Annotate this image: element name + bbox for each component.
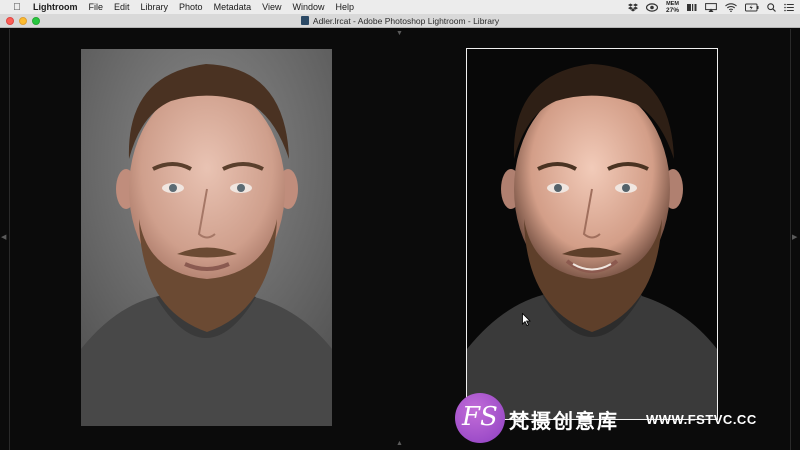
bottom-panel-toggle-icon[interactable]: ▲ [396,440,403,447]
right-panel-edge [790,29,791,450]
memory-indicator[interactable]: MEM 27% [666,1,679,14]
eye-icon[interactable] [645,2,658,12]
menu-edit[interactable]: Edit [114,2,130,12]
catalog-file-icon [300,16,309,25]
menu-metadata[interactable]: Metadata [214,2,252,12]
close-window-button[interactable] [6,17,14,25]
mouse-cursor-icon [522,313,531,326]
minimize-window-button[interactable] [19,17,27,25]
search-icon[interactable] [767,2,776,12]
menu-bar:  Lightroom File Edit Library Photo Meta… [0,0,800,14]
window-title-bar: Adler.lrcat - Adobe Photoshop Lightroom … [0,14,800,28]
left-panel-toggle-icon[interactable]: ◀ [1,234,6,241]
right-panel-toggle-icon[interactable]: ▶ [792,234,797,241]
airplay-icon[interactable] [705,2,717,12]
maximize-window-button[interactable] [32,17,40,25]
menu-file[interactable]: File [89,2,104,12]
menu-help[interactable]: Help [335,2,354,12]
status-area: MEM 27% [627,0,794,14]
before-photo[interactable] [81,49,332,426]
portrait-after-image [467,49,717,419]
menu-window[interactable]: Window [292,2,324,12]
watermark-brand: 梵摄创意库 [509,411,619,433]
menu-library[interactable]: Library [141,2,169,12]
menu-app-name[interactable]: Lightroom [33,2,78,12]
battery-icon[interactable] [745,3,759,12]
window-title: Adler.lrcat - Adobe Photoshop Lightroom … [300,15,500,26]
notification-center-icon[interactable] [784,3,794,12]
menu-photo[interactable]: Photo [179,2,203,12]
bars-icon[interactable] [687,3,697,12]
after-photo[interactable] [466,48,718,420]
window-title-text: Adler.lrcat - Adobe Photoshop Lightroom … [312,15,500,26]
compare-view: ▼ ◀ ▶ ▲ [0,29,800,450]
left-panel-edge [9,29,10,450]
watermark: FS 梵摄创意库 WWW.FSTVC.CC [452,390,800,443]
apple-icon[interactable]:  [10,2,24,13]
menu-view[interactable]: View [262,2,281,12]
window-controls [6,17,40,25]
portrait-before-image [81,49,332,426]
dropbox-icon[interactable] [627,3,638,12]
watermark-url: WWW.FSTVC.CC [646,412,757,427]
top-panel-toggle-icon[interactable]: ▼ [396,30,403,37]
wifi-icon[interactable] [725,2,737,12]
memory-value: 27% [665,6,679,14]
watermark-logo-text: FS [462,402,498,432]
